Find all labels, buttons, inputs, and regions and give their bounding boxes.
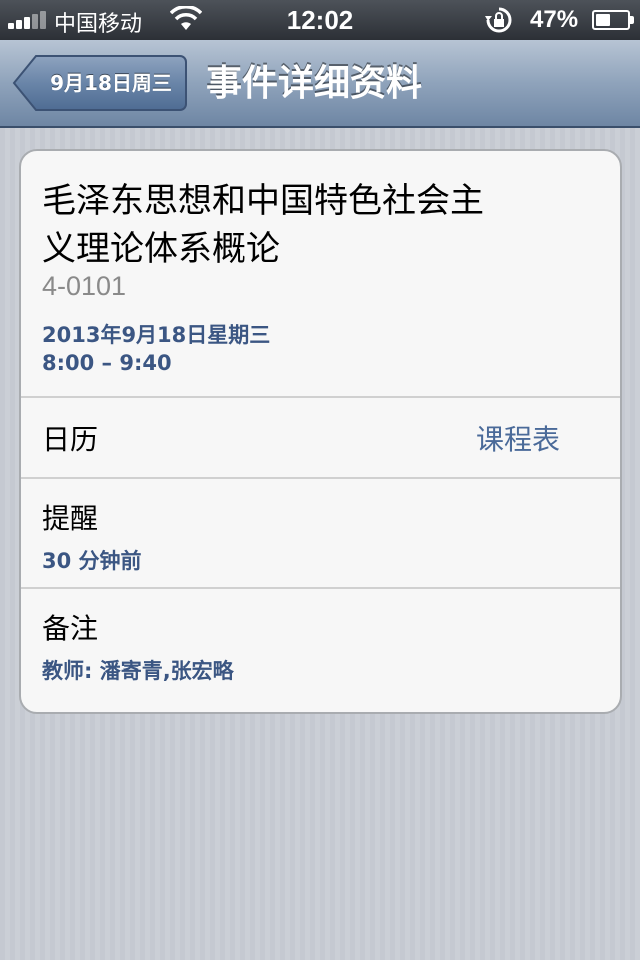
calendar-value: 课程表: [475, 423, 560, 456]
battery-percent: 47%: [530, 6, 579, 33]
page-title: 事件详细资料: [206, 63, 423, 104]
event-title-line-2: 义理论体系概论: [42, 229, 280, 269]
alert-value: 30 分钟前: [42, 549, 142, 573]
notes-label: 备注: [42, 612, 99, 645]
event-location: 4-0101: [42, 271, 127, 301]
event-title-line-1: 毛泽东思想和中国特色社会主: [42, 181, 484, 221]
status-bar: 中国移动 12:02 47%: [0, 0, 640, 40]
notes-value: 教师: 潘寄青,张宏略: [42, 659, 234, 683]
rotation-lock-icon: [484, 6, 514, 39]
alert-row[interactable]: 提醒 30 分钟前: [21, 479, 620, 589]
event-detail-card: 毛泽东思想和中国特色社会主 义理论体系概论 4-0101 2013年9月18日星…: [19, 149, 622, 714]
back-button[interactable]: 9月18日周三: [12, 54, 188, 112]
battery-icon: [592, 10, 630, 30]
calendar-row[interactable]: 日历 课程表: [21, 398, 620, 479]
event-date: 2013年9月18日星期三: [42, 323, 271, 347]
notes-row: 备注 教师: 潘寄青,张宏略: [21, 589, 620, 712]
event-time-range: 8:00 – 9:40: [42, 351, 172, 375]
calendar-label: 日历: [42, 423, 99, 456]
event-summary-section: 毛泽东思想和中国特色社会主 义理论体系概论 4-0101 2013年9月18日星…: [21, 151, 620, 398]
battery-tip: [630, 16, 634, 24]
back-button-label: 9月18日周三: [50, 71, 172, 95]
navigation-bar: 9月18日周三 事件详细资料: [0, 40, 640, 128]
alert-label: 提醒: [42, 502, 99, 535]
